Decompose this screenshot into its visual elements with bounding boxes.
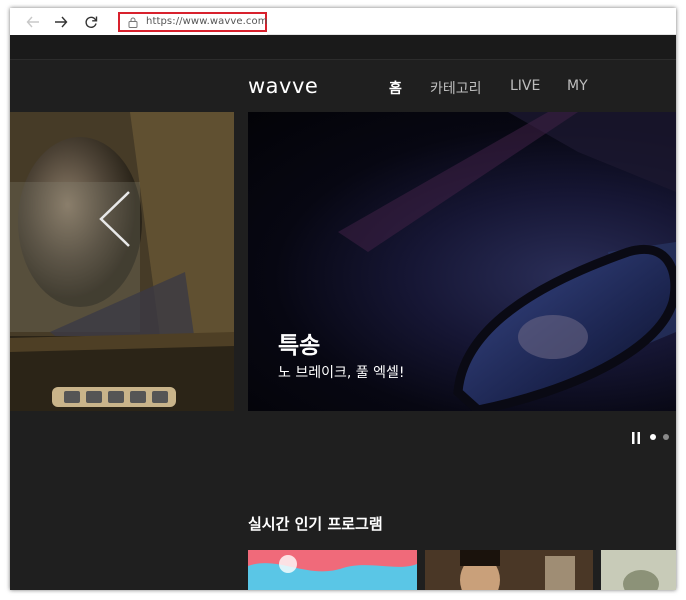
program-thumbnail: [425, 550, 593, 590]
browser-toolbar: https://www.wavve.com: [10, 8, 676, 35]
previous-slide[interactable]: [10, 112, 234, 411]
program-thumbnail: [601, 550, 676, 590]
hero-title: 특송: [278, 333, 321, 359]
nav-my[interactable]: MY: [567, 78, 588, 94]
chevron-left-icon[interactable]: [98, 190, 132, 248]
back-button[interactable]: [22, 11, 44, 33]
pause-icon[interactable]: [631, 432, 641, 444]
nav-home[interactable]: 홈: [389, 78, 402, 98]
address-bar[interactable]: https://www.wavve.com: [118, 12, 267, 32]
program-card[interactable]: [425, 550, 593, 590]
reload-button[interactable]: [80, 11, 102, 33]
reload-icon: [85, 16, 98, 28]
nav-live[interactable]: LIVE: [510, 78, 540, 94]
slide-indicator-active[interactable]: [650, 434, 656, 440]
slide-indicator[interactable]: [663, 434, 669, 440]
program-thumbnail: [248, 555, 417, 590]
program-card[interactable]: [601, 550, 676, 590]
arrow-left-icon: [26, 16, 39, 28]
arrow-right-icon: [55, 16, 68, 28]
program-card[interactable]: [248, 550, 417, 590]
site-top-strip: [10, 35, 676, 60]
url-text: https://www.wavve.com: [146, 16, 268, 27]
nav-category[interactable]: 카테고리: [430, 78, 482, 98]
lock-icon: [128, 17, 138, 28]
forward-button[interactable]: [50, 11, 72, 33]
site-logo[interactable]: wavve: [248, 74, 318, 98]
section-title: 실시간 인기 프로그램: [248, 515, 383, 533]
hero-subtitle: 노 브레이크, 풀 엑셀!: [278, 365, 405, 381]
previous-slide-image: [10, 112, 234, 411]
browser-window: https://www.wavve.com wavve 홈 카테고리 LIVE …: [10, 8, 676, 590]
